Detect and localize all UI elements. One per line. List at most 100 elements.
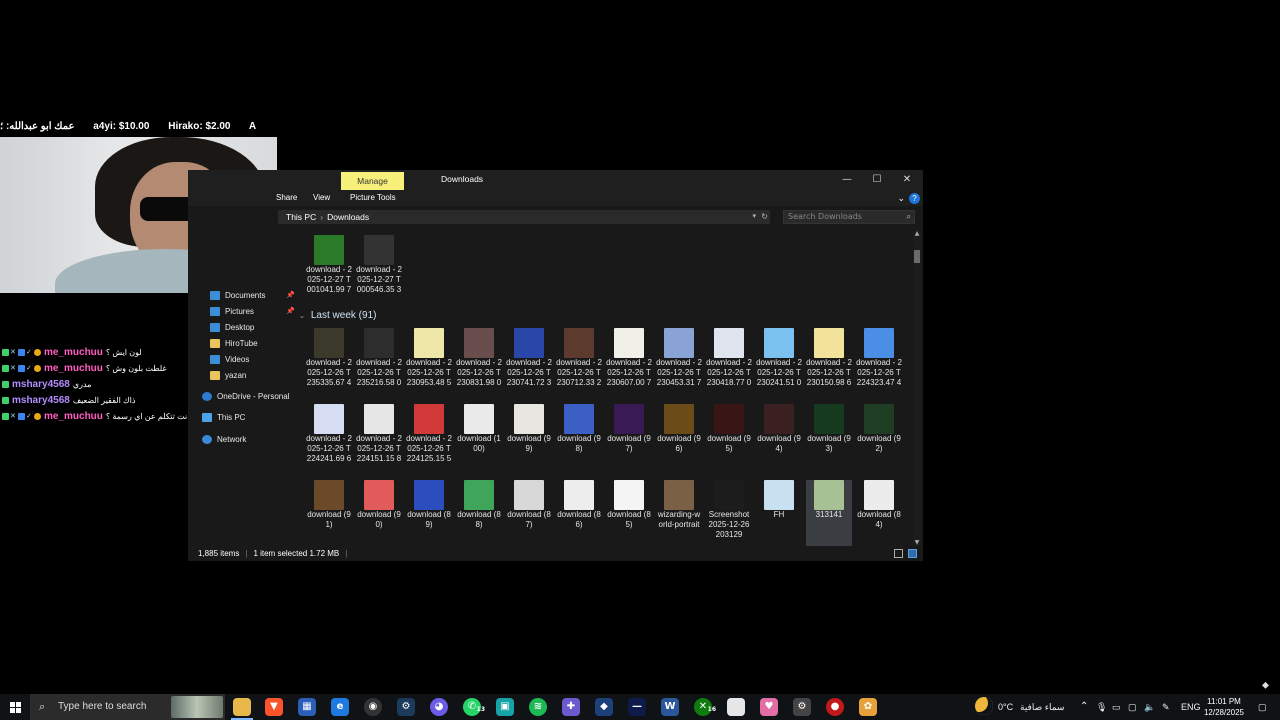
edge-icon[interactable]: e [331,698,349,716]
nav-item-videos[interactable]: Videos [210,352,249,366]
steam-icon[interactable]: ⚙ [397,698,415,716]
file-tile[interactable]: 313141 [806,480,852,546]
file-tile[interactable]: download - 2025-12-26 T230150.98 6 [806,328,852,404]
file-tile[interactable]: download - 2025-12-26 T224151.15 8 [356,404,402,480]
file-tile[interactable]: download (90) [356,480,402,546]
weather-desc[interactable]: سماء صافية [1020,694,1064,720]
terminal-icon[interactable]: — [628,698,646,716]
file-tile[interactable]: download - 2025-12-26 T230418.77 0 [706,328,752,404]
scrollbar-thumb[interactable] [914,250,920,263]
spotify-icon[interactable]: ≋ [529,698,547,716]
whatsapp-icon[interactable]: ✆ 13 [463,698,485,716]
word-icon[interactable]: W [661,698,679,716]
vpn-icon[interactable]: ◆ [595,698,613,716]
large-icons-view-icon[interactable] [908,549,917,558]
file-tile[interactable]: download - 2025-12-26 T230712.33 2 [556,328,602,404]
file-tile[interactable]: download (97) [606,404,652,480]
collapse-chevron-icon[interactable]: ⌄ [299,312,305,320]
file-tile[interactable]: download (89) [406,480,452,546]
microphone-icon[interactable]: 🎙 [1096,694,1107,720]
file-tile[interactable]: download (85) [606,480,652,546]
discord-icon[interactable]: ◕ [430,698,448,716]
maximize-button[interactable]: ☐ [862,172,892,188]
tab-share[interactable]: Share [276,193,297,202]
file-tile[interactable]: download (94) [756,404,802,480]
file-tile[interactable]: download - 2025-12-26 T224323.47 4 [856,328,902,404]
file-tile[interactable]: download (87) [506,480,552,546]
image-app-icon[interactable]: ♥ [760,698,778,716]
start-button[interactable] [0,694,30,720]
file-explorer-taskbar-icon[interactable] [233,698,251,716]
settings-icon[interactable]: ⚙ [793,698,811,716]
minimize-button[interactable]: — [832,172,862,188]
nav-item-hirotube[interactable]: HiroTube [210,336,258,350]
file-tile[interactable]: download - 2025-12-26 T230953.48 5 [406,328,452,404]
file-tile[interactable]: download (96) [656,404,702,480]
chat-app-icon[interactable]: ▣ [496,698,514,716]
brave-icon[interactable]: ▼ [265,698,283,716]
details-view-icon[interactable] [894,549,903,558]
nav-item-yazan[interactable]: yazan [210,368,246,382]
tab-view[interactable]: View [313,193,330,202]
breadcrumb-this-pc[interactable]: This PC [286,212,316,222]
ribbon-expand-icon[interactable]: ⌄ [897,193,905,204]
refresh-icon[interactable]: ↻ [761,210,768,224]
file-tile[interactable]: download - 2025-12-26 T224241.69 6 [306,404,352,480]
address-dropdown-icon[interactable]: ▾ [752,210,756,224]
tab-manage[interactable]: Manage [341,172,404,190]
file-tile[interactable]: download - 2025-12-26 T224125.15 5 [406,404,452,480]
breadcrumb-downloads[interactable]: Downloads [327,212,369,222]
nav-item-onedrive[interactable]: OneDrive - Personal [202,389,289,403]
game-controller-icon[interactable]: ✚ [562,698,580,716]
breadcrumb[interactable]: This PC › Downloads ▾ ↻ [278,210,770,224]
file-tile[interactable]: download (88) [456,480,502,546]
xbox-icon[interactable]: ✕ 16 [694,698,716,716]
file-tile[interactable]: download - 2025-12-27 T000546.35 3 [356,235,402,311]
file-tile[interactable]: download - 2025-12-26 T230453.31 7 [656,328,702,404]
scroll-up-icon[interactable]: ▲ [913,230,921,237]
weather-temp[interactable]: 0°C [998,694,1013,720]
volume-icon[interactable]: 🔈 [1144,694,1155,720]
notification-icon[interactable]: ▢ [1258,694,1267,720]
nav-item-pictures[interactable]: Pictures 📌 [210,304,295,318]
file-tile[interactable]: download - 2025-12-26 T235216.58 0 [356,328,402,404]
nav-item-network[interactable]: Network [202,432,246,446]
help-icon[interactable]: ? [909,193,920,204]
file-tile[interactable]: download (99) [506,404,552,480]
file-tile[interactable]: wizarding-world-portrait [656,480,702,546]
file-tile[interactable]: download - 2025-12-26 T230607.00 7 [606,328,652,404]
display-icon[interactable]: ▢ [1128,694,1137,720]
group-header-last-week[interactable]: ⌄ Last week (91) [299,310,376,321]
file-tile[interactable]: Screenshot 2025-12-26 203129 [706,480,752,546]
weather-moon-icon[interactable] [975,697,993,715]
file-tile[interactable]: download - 2025-12-26 T230831.98 0 [456,328,502,404]
nav-item-desktop[interactable]: Desktop [210,320,254,334]
close-button[interactable]: ✕ [892,172,922,188]
file-tile[interactable]: download - 2025-12-26 T235335.67 4 [306,328,352,404]
scroll-down-icon[interactable]: ▼ [913,539,921,546]
paint-icon[interactable]: ✿ [859,698,877,716]
network-tray-icon[interactable]: ▭ [1112,694,1121,720]
file-tile[interactable]: FH [756,480,802,546]
nav-item-this-pc[interactable]: This PC [202,410,245,424]
pen-icon[interactable]: ✎ [1162,694,1170,720]
tab-picture-tools[interactable]: Picture Tools [350,193,396,202]
file-tile[interactable]: download (95) [706,404,752,480]
file-tile[interactable]: download (91) [306,480,352,546]
file-tile[interactable]: download (84) [856,480,902,546]
tray-chevron-icon[interactable]: ⌃ [1080,694,1088,720]
search-input[interactable]: Search Downloads ⌕ [783,210,915,224]
notepad-icon[interactable] [727,698,745,716]
clock[interactable]: 11:01 PM 12/28/2025 [1196,696,1252,718]
file-tile[interactable]: download (100) [456,404,502,480]
file-tile[interactable]: download (86) [556,480,602,546]
record-icon[interactable]: ● [826,698,844,716]
file-tile[interactable]: download (93) [806,404,852,480]
file-tile[interactable]: download - 2025-12-26 T230741.72 3 [506,328,552,404]
file-tile[interactable]: download - 2025-12-26 T230241.51 0 [756,328,802,404]
file-tile[interactable]: download (92) [856,404,902,480]
store-icon[interactable]: ▦ [298,698,316,716]
nav-item-documents[interactable]: Documents 📌 [210,288,295,302]
file-tile[interactable]: download - 2025-12-27 T001041.99 7 [306,235,352,311]
obs-icon[interactable]: ◉ [364,698,382,716]
